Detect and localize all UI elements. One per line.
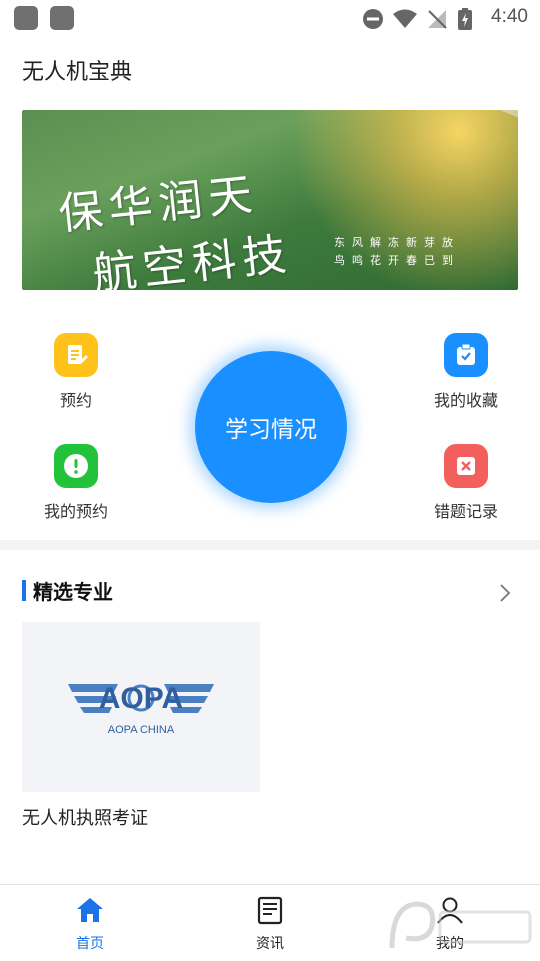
svg-text:AOPA CHINA: AOPA CHINA	[108, 724, 175, 736]
document-edit-icon	[54, 333, 98, 377]
mistakes-label: 错题记录	[433, 502, 498, 521]
favorites-entry[interactable]: 我的收藏	[406, 333, 526, 411]
mistakes-entry[interactable]: 错题记录	[406, 444, 526, 522]
aopa-logo: AOPA AOPA CHINA	[68, 682, 214, 736]
my-booking-entry[interactable]: 我的预约	[16, 444, 136, 522]
tab-home[interactable]: 首页	[35, 885, 145, 961]
alert-icon	[54, 444, 98, 488]
course-card-image[interactable]: AOPA AOPA CHINA	[22, 622, 260, 792]
course-title[interactable]: 无人机执照考证	[22, 804, 148, 830]
wifi-icon	[393, 9, 417, 28]
page-title: 无人机宝典	[22, 60, 133, 85]
booking-label: 预约	[59, 391, 92, 410]
clipboard-check-icon	[444, 333, 488, 377]
wrong-answers-icon	[444, 444, 488, 488]
home-icon	[77, 898, 103, 922]
news-icon	[257, 896, 283, 925]
booking-entry[interactable]: 预约	[16, 333, 136, 411]
favorites-label: 我的收藏	[433, 391, 498, 410]
banner-carousel[interactable]: 保华润天 航空科技 东风解冻新芽放 鸟鸣花开春已到	[22, 110, 518, 290]
notification-icon	[14, 6, 38, 30]
study-progress-button[interactable]: 学习情况	[195, 351, 347, 503]
svg-text:AOPA: AOPA	[99, 682, 183, 715]
section-divider	[0, 540, 540, 550]
section-accent-bar	[22, 580, 26, 601]
notification-icon	[50, 6, 74, 30]
section-title: 精选专业	[33, 580, 113, 604]
tab-news-label: 资讯	[256, 936, 284, 952]
status-bar: 4:40	[0, 0, 540, 36]
tab-home-label: 首页	[76, 936, 104, 952]
watermark-logo	[389, 901, 532, 949]
battery-charging-icon	[458, 8, 472, 30]
my-booking-label: 我的预约	[43, 502, 108, 521]
banner-poem-1: 东风解冻新芽放	[334, 236, 460, 249]
do-not-disturb-icon	[363, 9, 383, 29]
status-time: 4:40	[491, 6, 528, 27]
banner-poem-2: 鸟鸣花开春已到	[334, 254, 460, 267]
no-signal-icon	[428, 10, 447, 29]
chevron-right-icon[interactable]	[498, 582, 512, 604]
tab-news[interactable]: 资讯	[215, 885, 325, 961]
